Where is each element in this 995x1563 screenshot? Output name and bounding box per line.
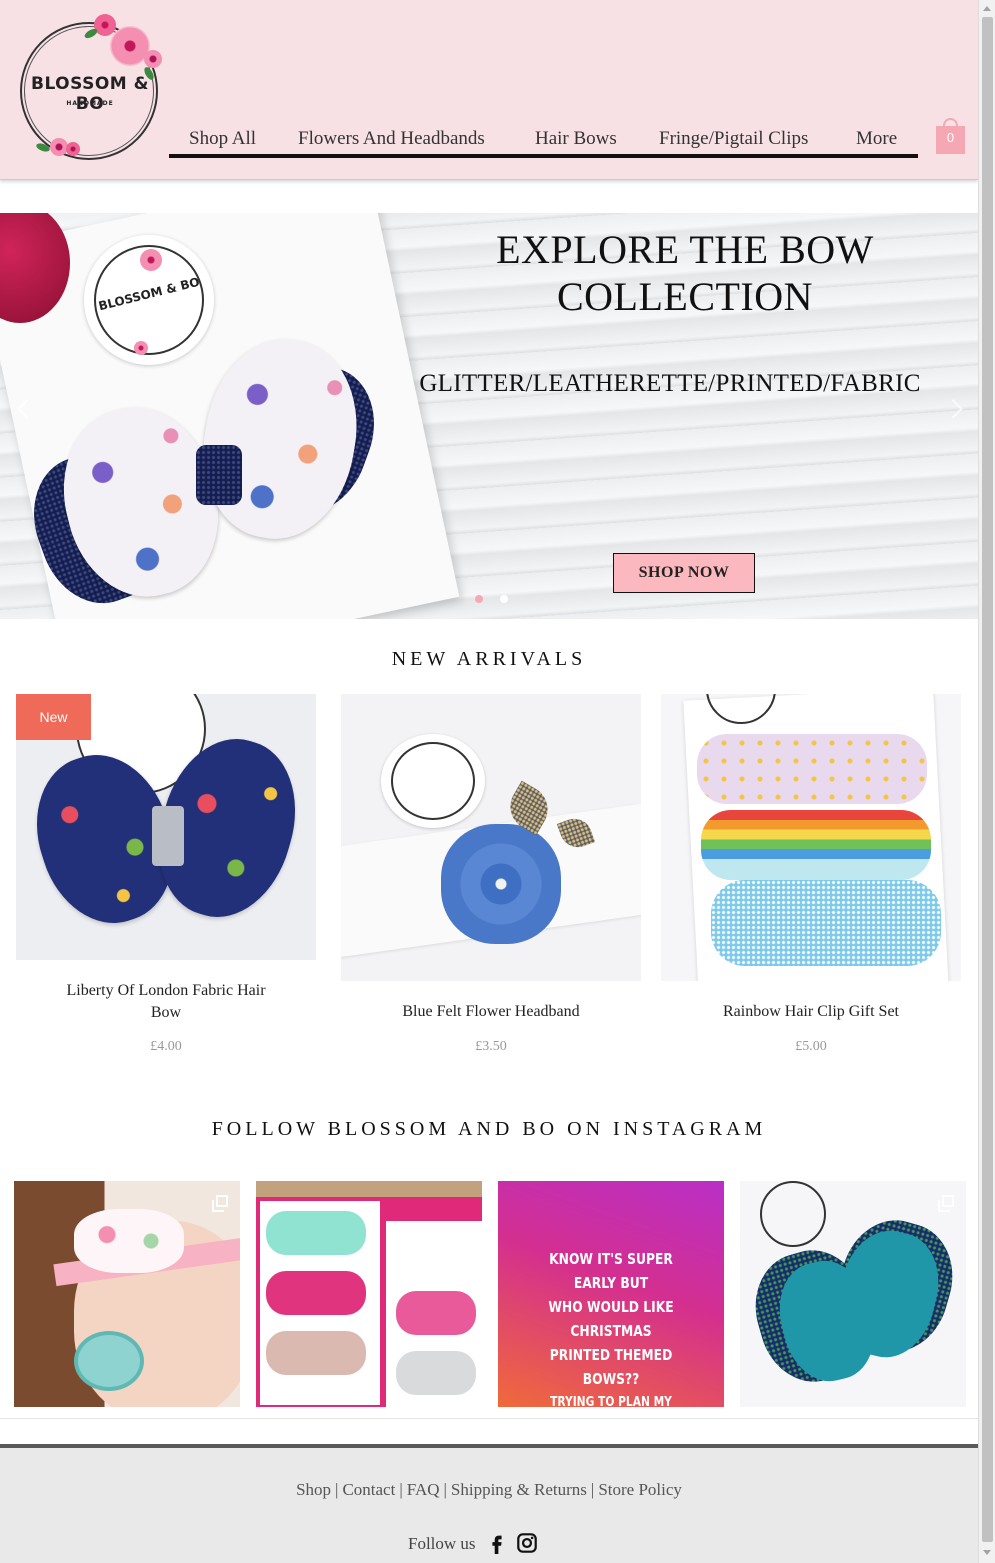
logo-flower-icon bbox=[144, 50, 162, 68]
instagram-post[interactable]: KNOW IT'S SUPER EARLY BUT WHO WOULD LIKE… bbox=[498, 1181, 724, 1407]
product-name[interactable]: Liberty Of London Fabric Hair Bow bbox=[16, 980, 316, 1024]
cart-count: 0 bbox=[946, 130, 955, 145]
instagram-post[interactable] bbox=[14, 1181, 240, 1407]
footer-link-store-policy[interactable]: Store Policy bbox=[598, 1480, 682, 1499]
instagram-post[interactable] bbox=[256, 1181, 482, 1407]
hero-title: EXPLORE THE BOW COLLECTION bbox=[496, 227, 874, 319]
nav-item-flowers-headbands[interactable]: Flowers And Headbands bbox=[298, 128, 485, 150]
logo-flower-icon bbox=[94, 14, 116, 36]
facebook-icon[interactable] bbox=[486, 1532, 508, 1554]
nav-item-hair-bows[interactable]: Hair Bows bbox=[535, 128, 617, 150]
instagram-title: FOLLOW BLOSSOM AND BO ON INSTAGRAM bbox=[211, 1118, 767, 1140]
shop-now-button[interactable]: SHOP NOW bbox=[613, 553, 755, 593]
product-price: £5.00 bbox=[795, 1039, 827, 1054]
site-footer: Shop | Contact | FAQ | Shipping & Returns | Stor… bbox=[0, 1444, 978, 1563]
hero-prev-arrow-icon[interactable] bbox=[17, 398, 37, 428]
footer-link-faq[interactable]: FAQ bbox=[407, 1480, 440, 1499]
sticker-flower-icon bbox=[140, 249, 162, 271]
hero-logo-sticker: BLOSSOM & BO bbox=[84, 235, 214, 365]
product-price: £4.00 bbox=[150, 1039, 182, 1054]
main-nav: Shop All Flowers And Headbands Hair Bows… bbox=[169, 126, 918, 158]
product-image[interactable] bbox=[341, 694, 641, 981]
product-name[interactable]: Blue Felt Flower Headband bbox=[341, 1001, 641, 1023]
footer-link-shipping-returns[interactable]: Shipping & Returns bbox=[451, 1480, 587, 1499]
page-scrollbar[interactable] bbox=[978, 0, 995, 1563]
cart-button[interactable]: 0 bbox=[936, 118, 965, 154]
logo-subtext: HANDMADE bbox=[66, 100, 114, 107]
footer-link-shop[interactable]: Shop bbox=[296, 1480, 331, 1499]
product-price: £3.50 bbox=[475, 1039, 507, 1054]
sticker-flower-icon bbox=[134, 341, 148, 355]
new-arrivals-title: NEW ARRIVALS bbox=[391, 648, 587, 670]
nav-item-fringe-pigtail-clips[interactable]: Fringe/Pigtail Clips bbox=[659, 128, 808, 150]
multiple-images-icon bbox=[938, 1195, 954, 1212]
scroll-up-icon[interactable] bbox=[983, 6, 991, 11]
hero-next-arrow-icon[interactable] bbox=[943, 398, 964, 428]
slide-dot-2[interactable] bbox=[500, 595, 508, 603]
section-divider bbox=[0, 1418, 978, 1419]
product-name[interactable]: Rainbow Hair Clip Gift Set bbox=[661, 1001, 961, 1023]
logo-flower-icon bbox=[66, 142, 80, 156]
footer-link-contact[interactable]: Contact bbox=[342, 1480, 395, 1499]
footer-links: Shop | Contact | FAQ | Shipping & Returns | Stor… bbox=[296, 1480, 682, 1499]
scroll-down-icon[interactable] bbox=[983, 1550, 991, 1555]
multiple-images-icon bbox=[212, 1195, 228, 1212]
scrollbar-thumb[interactable] bbox=[982, 17, 993, 1542]
follow-us-label: Follow us bbox=[408, 1534, 476, 1553]
brand-logo[interactable]: BLOSSOM & BO HANDMADE bbox=[14, 8, 174, 165]
nav-item-shop-all[interactable]: Shop All bbox=[189, 128, 256, 150]
nav-item-more[interactable]: More bbox=[856, 128, 897, 150]
instagram-post-text: KNOW IT'S SUPER EARLY BUT WHO WOULD LIKE… bbox=[548, 1250, 674, 1407]
logo-text: BLOSSOM & BO bbox=[31, 74, 149, 114]
hero-subtitle: GLITTER/LEATHERETTE/PRINTED/FABRIC bbox=[419, 370, 921, 397]
product-image[interactable] bbox=[661, 694, 961, 981]
site-header: BLOSSOM & BO HANDMADE Shop All Flowers A… bbox=[0, 0, 978, 180]
instagram-post[interactable] bbox=[740, 1181, 966, 1407]
new-badge: New bbox=[16, 694, 91, 740]
slide-dot-1[interactable] bbox=[475, 595, 483, 603]
bow-knot bbox=[196, 445, 242, 505]
instagram-icon[interactable] bbox=[516, 1532, 538, 1554]
